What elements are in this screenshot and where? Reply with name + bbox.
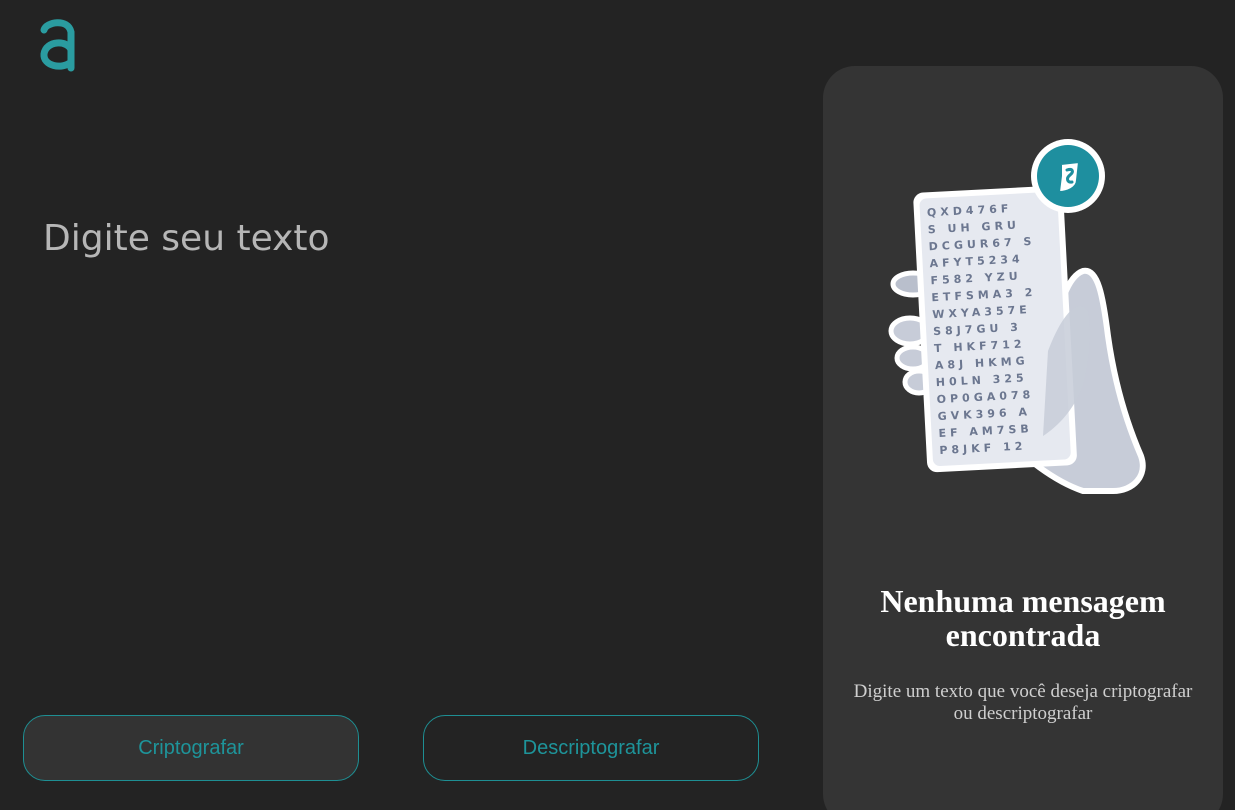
empty-state-subtitle: Digite um texto que você deseja criptogr…: [853, 681, 1193, 724]
encrypt-button-label: Criptografar: [138, 736, 244, 759]
empty-state-title: Nenhuma mensagem encontrada: [880, 583, 1166, 653]
logo-icon: [38, 18, 78, 72]
decrypt-button-label: Descriptografar: [522, 736, 660, 759]
decrypt-button[interactable]: Descriptografar: [423, 715, 759, 781]
message-input[interactable]: [43, 212, 783, 682]
hand-holding-letter-grid-icon: QXD476F S UH GRU DCGUR67 S AFYT5234 F582…: [883, 136, 1153, 531]
output-panel: QXD476F S UH GRU DCGUR67 S AFYT5234 F582…: [823, 66, 1223, 810]
encrypt-button[interactable]: Criptografar: [23, 715, 359, 781]
